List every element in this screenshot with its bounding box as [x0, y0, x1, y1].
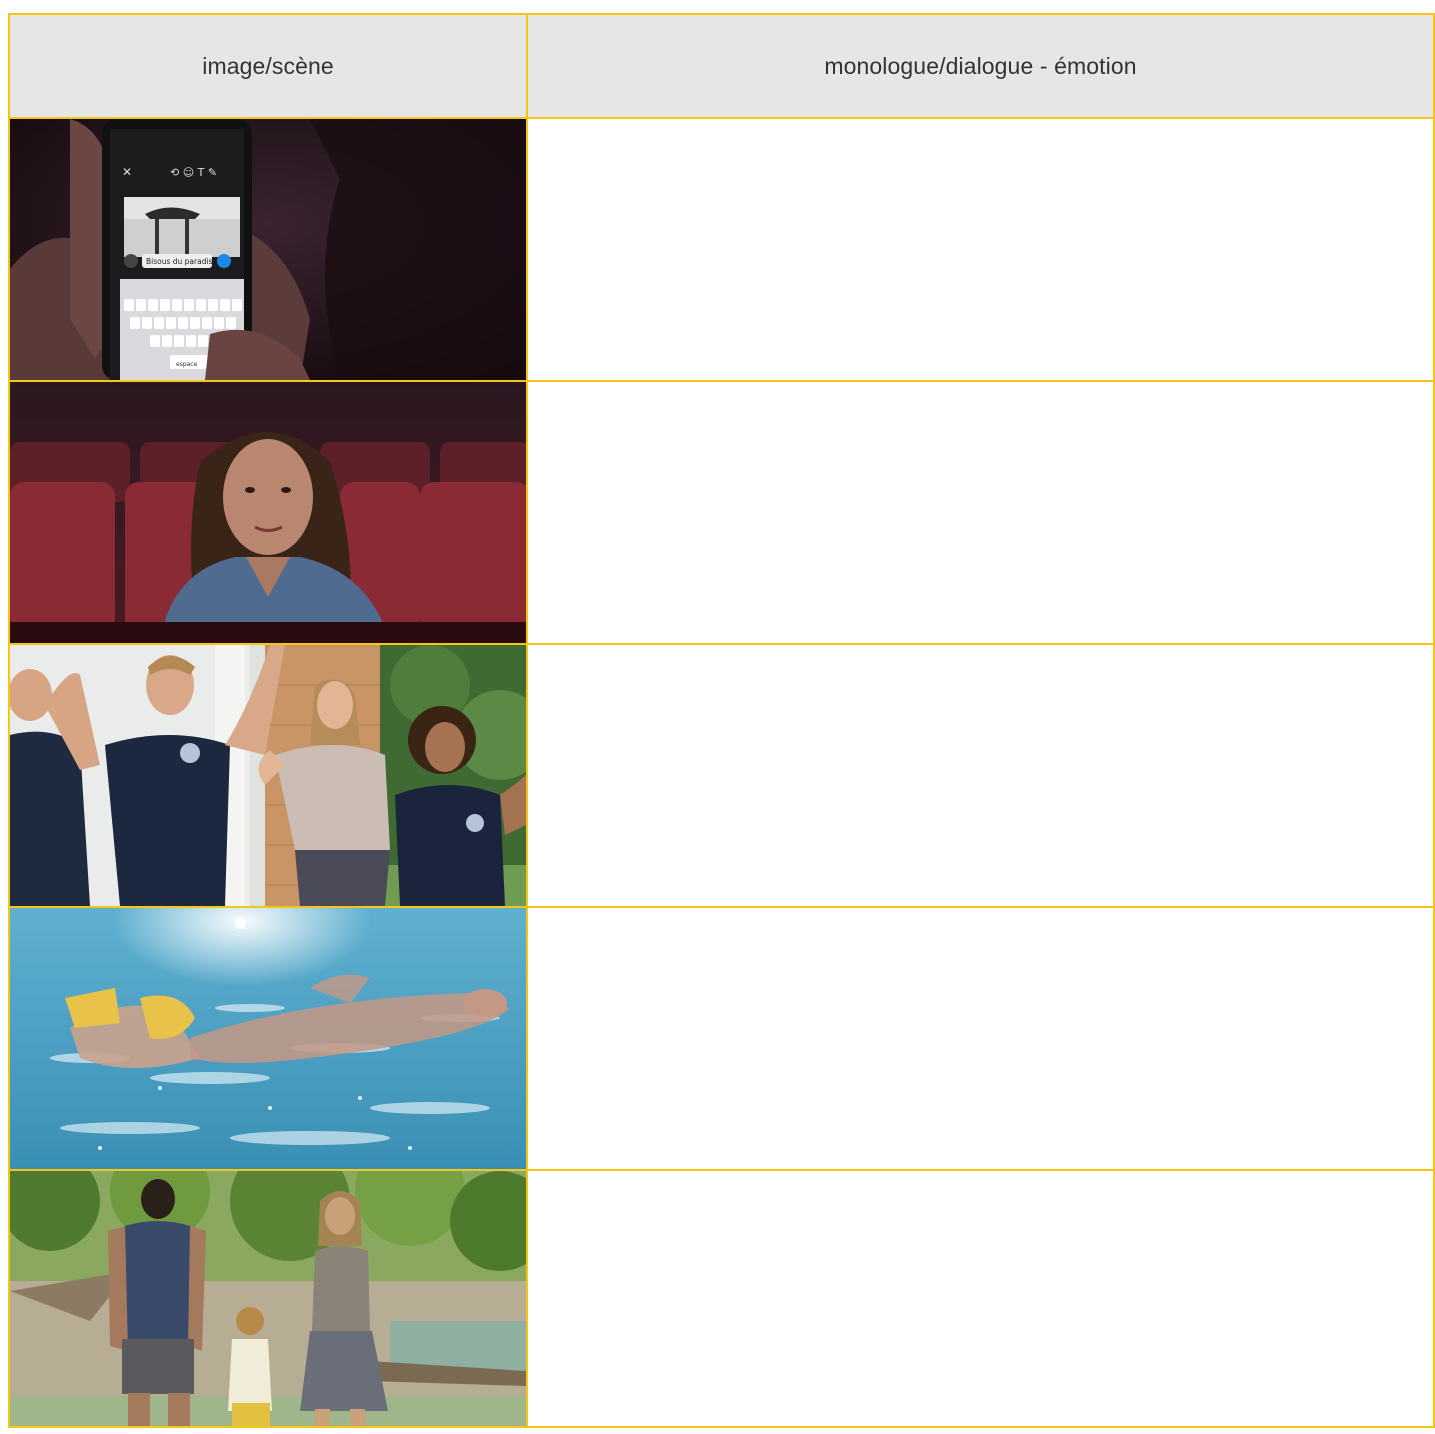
phone-key-space: espace [176, 361, 198, 368]
phone-message-text: Bisous du paradis [146, 257, 213, 266]
monologue-cell[interactable] [526, 643, 1435, 908]
scene-image-river [11, 1172, 525, 1425]
table-header-row: image/scène monologue/dialogue - émotion [8, 13, 1435, 119]
scene-image-pool [11, 909, 525, 1168]
table-row [8, 1169, 1435, 1428]
storyboard-table-wrapper: image/scène monologue/dialogue - émotion [8, 13, 1435, 1434]
scene-cell [8, 906, 528, 1171]
scene-cell [8, 1169, 528, 1428]
monologue-cell[interactable] [526, 117, 1435, 382]
svg-text:✕: ✕ [122, 165, 132, 179]
scene-cell: ✕ ⟲ ☺ T ✎ Bisous du paradis espace [8, 117, 528, 382]
storyboard-table: image/scène monologue/dialogue - émotion [8, 13, 1435, 1428]
table-row: ✕ ⟲ ☺ T ✎ Bisous du paradis espace [8, 117, 1435, 382]
header-monologue-emotion: monologue/dialogue - émotion [526, 13, 1435, 119]
table-row [8, 906, 1435, 1171]
scene-image-teens [11, 646, 525, 905]
svg-text:⟲ ☺ T ✎: ⟲ ☺ T ✎ [170, 166, 217, 179]
scene-image-cinema [11, 383, 525, 642]
monologue-cell[interactable] [526, 906, 1435, 1171]
monologue-cell[interactable] [526, 380, 1435, 645]
monologue-cell[interactable] [526, 1169, 1435, 1428]
header-image-scene: image/scène [8, 13, 528, 119]
scene-cell [8, 643, 528, 908]
table-row [8, 643, 1435, 908]
table-row [8, 380, 1435, 645]
scene-image-phone: ✕ ⟲ ☺ T ✎ Bisous du paradis espace [11, 120, 525, 379]
scene-cell [8, 380, 528, 645]
